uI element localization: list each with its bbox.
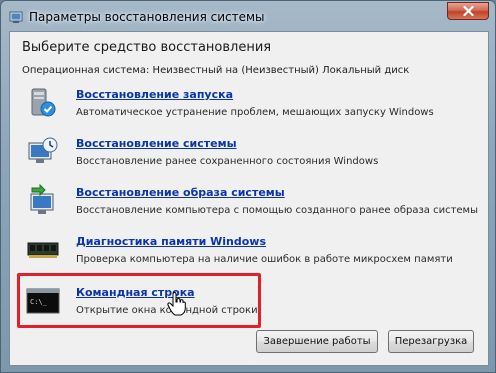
memory-diagnostic-description: Проверка компьютера на наличие ошибок в …	[76, 254, 453, 265]
system-image-recovery-link[interactable]: Восстановление образа системы	[76, 186, 285, 199]
shutdown-button[interactable]: Завершение работы	[256, 330, 378, 353]
system-image-recovery-icon	[30, 184, 54, 214]
tool-memory-diagnostic: Диагностика памяти Windows Проверка комп…	[26, 233, 466, 277]
system-restore-description: Восстановление ранее сохраненного состоя…	[76, 156, 379, 167]
tool-system-restore: Восстановление системы Восстановление ра…	[26, 135, 466, 179]
close-icon	[462, 6, 474, 16]
startup-repair-description: Автоматическое устранение проблем, мешаю…	[76, 107, 434, 118]
os-info-text: Операционная система: Неизвестный на (Не…	[22, 65, 410, 76]
page-title: Выберите средство восстановления	[22, 40, 272, 55]
hand-cursor-icon	[167, 292, 186, 316]
startup-repair-link[interactable]: Восстановление запуска	[76, 88, 233, 101]
title-bar[interactable]: Параметры восстановления системы	[1, 1, 495, 33]
startup-repair-icon	[31, 88, 56, 117]
memory-diagnostic-link[interactable]: Диагностика памяти Windows	[76, 235, 266, 248]
tool-system-image-recovery: Восстановление образа системы Восстановл…	[26, 184, 478, 228]
dialog-content: Выберите средство восстановления Операци…	[9, 31, 489, 366]
command-prompt-highlight	[17, 273, 261, 328]
system-restore-link[interactable]: Восстановление системы	[76, 137, 237, 150]
close-button[interactable]	[447, 2, 489, 20]
restart-button[interactable]: Перезагрузка	[388, 330, 474, 353]
system-image-recovery-description: Восстановление компьютера с помощью созд…	[76, 205, 478, 216]
tool-startup-repair: Восстановление запуска Автоматическое ус…	[26, 86, 466, 130]
window-title: Параметры восстановления системы	[29, 10, 265, 24]
window-app-icon	[9, 11, 23, 23]
memory-diagnostic-icon	[27, 242, 59, 258]
recovery-options-window: Параметры восстановления системы Выберит…	[0, 0, 496, 373]
system-restore-icon	[28, 137, 58, 163]
